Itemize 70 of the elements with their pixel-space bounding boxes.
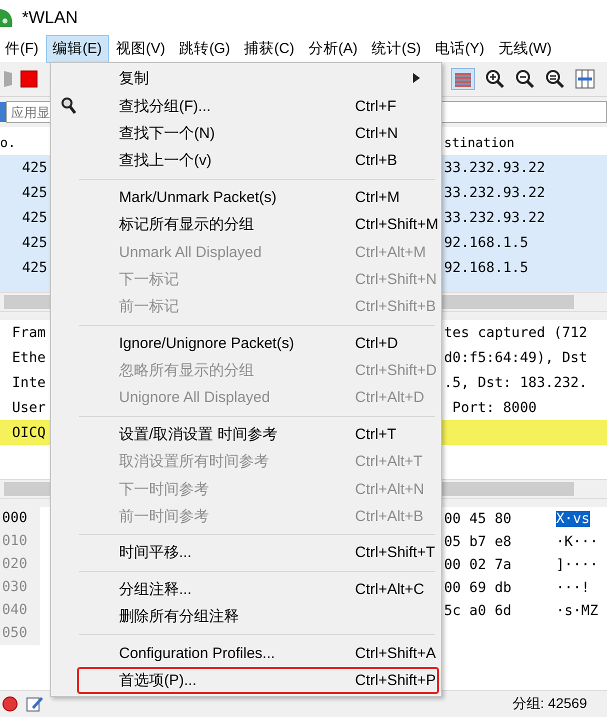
column-header[interactable]: o. xyxy=(0,136,50,150)
byte-offset: 040 xyxy=(0,599,40,622)
tree-item-text: Fram xyxy=(11,324,47,340)
menu-item[interactable]: Mark/Unmark Packet(s) Ctrl+M xyxy=(77,184,439,211)
ascii-bytes: ···! xyxy=(556,580,590,596)
menu-bar-item[interactable]: 视图(V) xyxy=(108,34,172,62)
tree-item-text: OICQ xyxy=(11,424,47,440)
menu-item[interactable]: 查找分组(F)... Ctrl+F xyxy=(77,92,439,120)
menu-item[interactable]: 删除所有分组注释 xyxy=(77,603,439,630)
stop-icon[interactable] xyxy=(20,70,38,88)
byte-offset: 030 xyxy=(0,576,40,599)
tree-item-text: Port: 8000 xyxy=(451,400,538,416)
byte-offset: 000 xyxy=(0,507,40,530)
table-cell-text: 425 xyxy=(21,184,48,200)
tree-item-text: Ethe xyxy=(11,350,47,366)
capture-status-icon[interactable] xyxy=(2,696,18,712)
byte-offset: 020 xyxy=(0,553,40,576)
tree-item-text: d0:f5:64:49), Dst xyxy=(444,350,588,366)
table-cell-text: 425 xyxy=(21,234,48,250)
menu-bar-item[interactable]: 捕获(C) xyxy=(237,34,302,62)
zoom-out-icon[interactable] xyxy=(515,69,535,89)
ascii-bytes: ·K··· xyxy=(556,534,598,550)
menu-bar-item[interactable]: 件(F) xyxy=(0,34,46,62)
menu-item[interactable]: Ignore/Unignore Packet(s) Ctrl+D xyxy=(77,330,439,357)
menu-item[interactable]: 查找上一个(v) Ctrl+B xyxy=(77,147,439,175)
packet-count: 分组: 42569 xyxy=(512,695,587,713)
menu-item[interactable]: 查找下一个(N) Ctrl+N xyxy=(77,120,439,148)
zoom-in-icon[interactable] xyxy=(485,69,505,89)
menu-bar-item[interactable]: 无线(W) xyxy=(491,34,559,62)
hex-bytes: 05 b7 e8 xyxy=(444,534,512,550)
tree-item-text: User xyxy=(11,400,47,416)
app-logo-icon xyxy=(0,6,14,28)
edit-icon[interactable] xyxy=(26,695,44,713)
table-cell-text: 425 xyxy=(21,160,48,176)
byte-offset: 010 xyxy=(0,530,40,553)
menu-item[interactable]: 设置/取消设置 时间参考 Ctrl+T xyxy=(77,420,439,448)
menu-item[interactable]: 首选项(P)... Ctrl+Shift+P xyxy=(77,666,439,694)
resize-columns-icon[interactable] xyxy=(575,69,595,89)
zoom-reset-icon[interactable] xyxy=(545,69,565,89)
ascii-bytes: ]···· xyxy=(556,556,598,572)
hex-bytes: 00 02 7a xyxy=(444,556,512,572)
colorize-icon[interactable] xyxy=(451,68,475,90)
tree-item-text: .5, Dst: 183.232. xyxy=(444,374,588,390)
menu-bar-item[interactable]: 跳转(G) xyxy=(172,34,238,62)
table-cell-text: 92.168.1.5 xyxy=(444,234,530,250)
menu-bar-item[interactable]: 分析(A) xyxy=(301,34,365,62)
menu-bar-item[interactable]: 电话(Y) xyxy=(428,34,492,62)
menu-bar-item[interactable]: 统计(S) xyxy=(364,34,428,62)
table-cell-text: 33.232.93.22 xyxy=(444,184,546,200)
menu-item[interactable]: Configuration Profiles... Ctrl+Shift+A xyxy=(77,639,439,667)
column-header[interactable]: stination xyxy=(444,136,607,150)
menu-bar-item[interactable]: 编辑(E) xyxy=(46,34,109,62)
ascii-bytes: ·s·MZ xyxy=(556,602,598,618)
table-cell-text: 33.232.93.22 xyxy=(444,160,546,176)
menu-item[interactable]: 时间平移... Ctrl+Shift+T xyxy=(77,539,439,567)
hex-bytes: 00 45 80 xyxy=(444,510,512,526)
table-cell-text: 425 xyxy=(21,260,48,276)
table-cell-text: 425 xyxy=(21,210,48,226)
hex-bytes: 00 69 db xyxy=(444,580,512,596)
ascii-bytes: X·vs xyxy=(556,510,590,526)
tree-item-text: Inte xyxy=(11,374,47,390)
table-cell-text: 33.232.93.22 xyxy=(444,210,546,226)
menu-item[interactable]: 分组注释... Ctrl+Alt+C xyxy=(77,576,439,604)
menu-item[interactable]: 标记所有显示的分组 Ctrl+Shift+M xyxy=(77,210,439,238)
table-cell-text: 92.168.1.5 xyxy=(444,260,530,276)
window-title: *WLAN xyxy=(22,8,78,28)
byte-offset: 050 xyxy=(0,622,40,645)
hex-bytes: 5c a0 6d xyxy=(444,602,512,618)
search-icon xyxy=(61,97,77,116)
tree-item-text: tes captured (712 xyxy=(444,324,588,340)
